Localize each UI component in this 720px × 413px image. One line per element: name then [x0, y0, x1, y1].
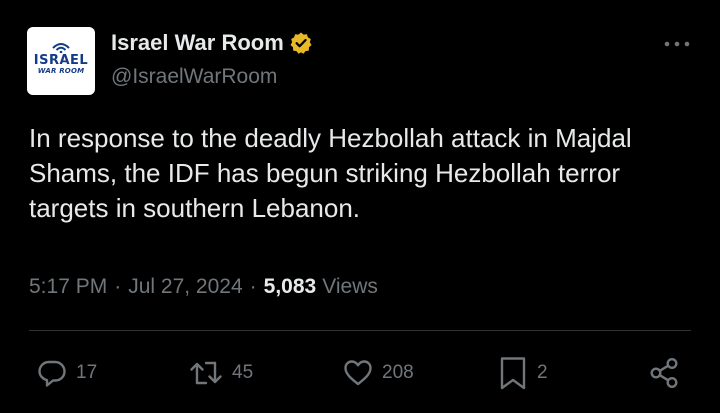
author-name[interactable]: Israel War Room	[111, 30, 313, 56]
retweet-icon	[190, 361, 222, 385]
bookmark-button[interactable]: 2	[497, 354, 548, 392]
author-name-label: Israel War Room	[111, 30, 284, 55]
tweet-meta: 5:17 PM · Jul 27, 2024 · 5,083 Views	[29, 273, 378, 301]
bookmark-count: 2	[537, 362, 548, 383]
retweet-button[interactable]: 45	[188, 354, 253, 392]
divider	[29, 330, 691, 331]
reply-button[interactable]: 17	[36, 354, 97, 392]
meta-separator: ·	[114, 275, 122, 298]
share-icon	[650, 357, 678, 389]
bookmark-icon	[500, 357, 526, 390]
reply-icon	[38, 360, 66, 387]
tweet-time[interactable]: 5:17 PM	[29, 273, 107, 301]
tweet: ISRAEL WAR ROOM Israel War Room @IsraelW…	[0, 0, 720, 413]
avatar-logo-subtext: WAR ROOM	[37, 67, 85, 75]
views-count[interactable]: 5,083	[264, 273, 317, 301]
tweet-date[interactable]: Jul 27, 2024	[128, 273, 242, 301]
share-button[interactable]	[648, 354, 682, 392]
tweet-text: In response to the deadly Hezbollah atta…	[29, 123, 632, 223]
views-label[interactable]: Views	[322, 273, 378, 301]
avatar[interactable]: ISRAEL WAR ROOM	[27, 27, 95, 95]
like-button[interactable]: 208	[342, 354, 414, 392]
like-count: 208	[382, 362, 414, 383]
verified-badge-icon[interactable]	[289, 31, 313, 55]
signal-icon	[52, 43, 70, 53]
meta-separator: ·	[249, 275, 257, 298]
author-handle[interactable]: @IsraelWarRoom	[111, 64, 277, 90]
avatar-logo-text: ISRAEL	[33, 53, 89, 68]
reply-count: 17	[76, 362, 98, 383]
heart-icon	[344, 360, 372, 386]
retweet-count: 45	[232, 362, 254, 383]
more-options-button[interactable]	[660, 34, 694, 54]
more-icon	[664, 41, 690, 47]
